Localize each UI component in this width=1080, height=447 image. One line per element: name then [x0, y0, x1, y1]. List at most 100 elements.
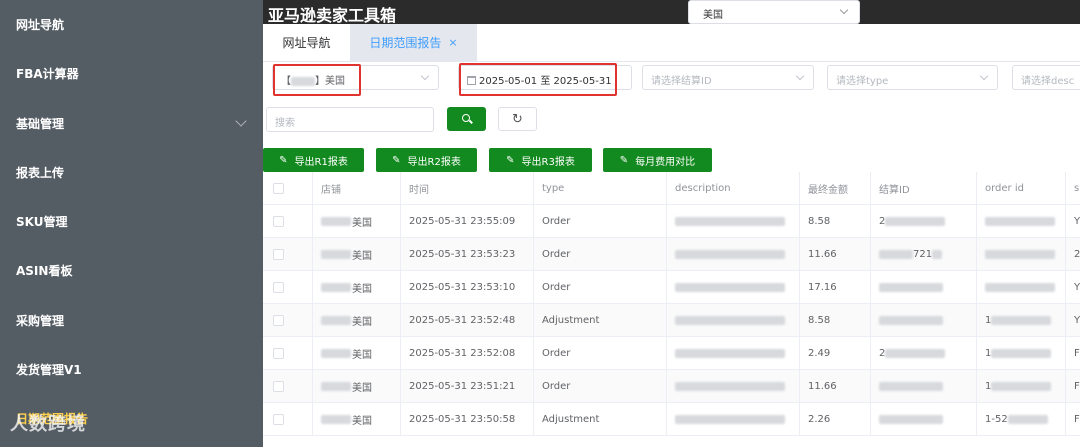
- amount-cell: 11.66: [800, 238, 871, 271]
- monthly-fee-compare-button[interactable]: ✎ 每月费用对比: [603, 148, 712, 172]
- row-checkbox[interactable]: [273, 216, 284, 227]
- edit-icon: ✎: [506, 154, 515, 166]
- redacted-text: [321, 283, 351, 292]
- export-r2-button[interactable]: ✎ 导出R2报表: [376, 148, 477, 172]
- description-placeholder: 请选择desc: [1021, 76, 1075, 87]
- search-button[interactable]: [447, 107, 486, 131]
- row-checkbox[interactable]: [273, 381, 284, 392]
- redacted-text: [1007, 415, 1048, 424]
- sidebar-item-shipping-management[interactable]: 发货管理V1: [0, 345, 263, 394]
- type-select[interactable]: 请选择type: [827, 65, 998, 90]
- sidebar-item-label: 网址导航: [16, 18, 65, 32]
- amount-cell: 8.58: [800, 304, 871, 337]
- row-select-cell: [263, 238, 313, 271]
- settlement-id-cell: 721: [871, 238, 977, 271]
- column-header[interactable]: description: [667, 172, 800, 205]
- export-r1-button[interactable]: ✎ 导出R1报表: [263, 148, 364, 172]
- select-all-checkbox[interactable]: [273, 183, 284, 194]
- column-header[interactable]: type: [534, 172, 667, 205]
- button-label: 每月费用对比: [635, 156, 696, 168]
- row-checkbox[interactable]: [273, 348, 284, 359]
- description-select[interactable]: 请选择desc: [1012, 65, 1080, 90]
- type-cell: Adjustment: [534, 403, 667, 436]
- select-all-cell: [263, 172, 313, 205]
- type-cell: Order: [534, 205, 667, 238]
- watermark: 人数跨境: [10, 414, 86, 435]
- table-row[interactable]: 美国 2025-05-31 23:52:08 Order 2.49 2 1 F: [263, 337, 1080, 370]
- table-row[interactable]: 美国 2025-05-31 23:51:21 Order 11.66 1 F: [263, 370, 1080, 403]
- chevron-down-icon: [420, 71, 430, 81]
- export-r3-button[interactable]: ✎ 导出R3报表: [489, 148, 592, 172]
- settlement-id-cell: [871, 271, 977, 304]
- type-cell: Adjustment: [534, 304, 667, 337]
- order-id-cell: 1: [977, 370, 1066, 403]
- sidebar-item-sku-management[interactable]: SKU管理: [0, 197, 263, 246]
- row-select-cell: [263, 370, 313, 403]
- store-text: 美国: [352, 416, 372, 427]
- sidebar-item-basic-management[interactable]: 基础管理: [0, 99, 263, 148]
- store-cell: 美国: [313, 238, 401, 271]
- column-header[interactable]: order id: [977, 172, 1066, 205]
- type-cell: Order: [534, 370, 667, 403]
- store-text: 美国: [352, 284, 372, 295]
- type-placeholder: 请选择type: [836, 76, 889, 87]
- type-cell: Order: [534, 271, 667, 304]
- top-bar: 亚马逊卖家工具箱 美国: [263, 0, 1080, 25]
- sidebar-item-purchase-management[interactable]: 采购管理: [0, 296, 263, 345]
- row-checkbox[interactable]: [273, 315, 284, 326]
- table-row[interactable]: 美国 2025-05-31 23:53:10 Order 17.16 Y: [263, 271, 1080, 304]
- order-id-cell: [977, 205, 1066, 238]
- store-text: 美国: [352, 350, 372, 361]
- sidebar-item-url-nav[interactable]: 网址导航: [0, 0, 263, 49]
- row-checkbox[interactable]: [273, 249, 284, 260]
- table-row[interactable]: 美国 2025-05-31 23:55:09 Order 8.58 2 Y: [263, 205, 1080, 238]
- table-row[interactable]: 美国 2025-05-31 23:52:48 Adjustment 8.58 1…: [263, 304, 1080, 337]
- search-input[interactable]: 搜索: [266, 107, 434, 132]
- order-id-cell: 1-52: [977, 403, 1066, 436]
- store-cell: 美国: [313, 370, 401, 403]
- description-cell: [667, 370, 800, 403]
- sidebar-item-label: ASIN看板: [16, 264, 73, 278]
- tab-url-nav[interactable]: 网址导航: [263, 24, 350, 61]
- redacted-text: [985, 250, 1055, 259]
- column-header[interactable]: 最终金额: [800, 172, 871, 205]
- s-cell: 2: [1066, 238, 1080, 271]
- button-label: 导出R2报表: [407, 156, 461, 168]
- button-label: 导出R3报表: [521, 156, 575, 168]
- column-header[interactable]: 店铺: [313, 172, 401, 205]
- description-cell: [667, 304, 800, 337]
- description-cell: [667, 205, 800, 238]
- order-id-cell: 1: [977, 337, 1066, 370]
- redacted-text: [879, 415, 943, 424]
- sidebar-item-asin-board[interactable]: ASIN看板: [0, 246, 263, 295]
- sidebar-item-label: FBA计算器: [16, 67, 79, 81]
- table-row[interactable]: 美国 2025-05-31 23:53:23 Order 11.66 721 2: [263, 238, 1080, 271]
- region-select[interactable]: 美国: [688, 0, 860, 24]
- redacted-text: [675, 250, 785, 259]
- sidebar-item-report-upload[interactable]: 报表上传: [0, 148, 263, 197]
- row-checkbox[interactable]: [273, 282, 284, 293]
- sidebar-item-fba-calculator[interactable]: FBA计算器: [0, 49, 263, 98]
- column-header[interactable]: s: [1066, 172, 1080, 205]
- row-checkbox[interactable]: [273, 414, 284, 425]
- close-icon[interactable]: ×: [448, 36, 457, 49]
- time-cell: 2025-05-31 23:53:23: [401, 238, 534, 271]
- reset-button[interactable]: ↻: [498, 107, 537, 131]
- type-cell: Order: [534, 337, 667, 370]
- store-cell: 美国: [313, 205, 401, 238]
- store-cell: 美国: [313, 403, 401, 436]
- column-header[interactable]: 时间: [401, 172, 534, 205]
- row-select-cell: [263, 403, 313, 436]
- table-header: 店铺 时间 type description 最终金额 结算ID order i…: [263, 172, 1080, 205]
- settlement-id-placeholder: 请选择结算ID: [651, 76, 712, 87]
- redacted-text: [991, 349, 1052, 358]
- type-cell: Order: [534, 238, 667, 271]
- amount-cell: 2.49: [800, 337, 871, 370]
- tab-date-range-report[interactable]: 日期范围报告 ×: [350, 24, 477, 61]
- column-header[interactable]: 结算ID: [871, 172, 977, 205]
- store-text: 美国: [352, 251, 372, 262]
- table-row[interactable]: 美国 2025-05-31 23:50:58 Adjustment 2.26 1…: [263, 403, 1080, 436]
- redacted-text: [675, 283, 785, 292]
- settlement-id-select[interactable]: 请选择结算ID: [642, 65, 814, 90]
- settlement-id-cell: 2: [871, 337, 977, 370]
